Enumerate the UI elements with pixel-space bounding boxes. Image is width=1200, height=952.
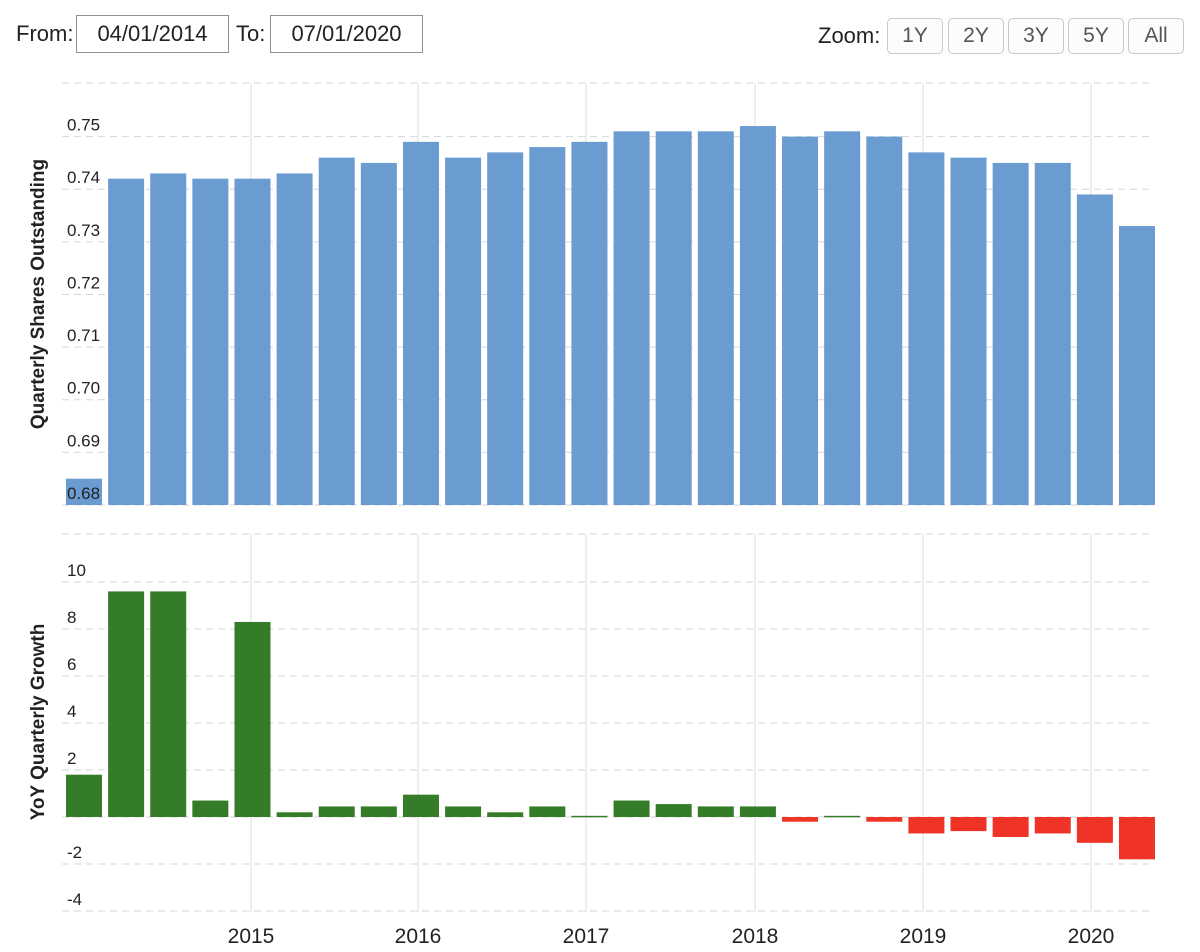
growth-y-tick-label: 2 xyxy=(67,749,76,768)
shares-bar[interactable] xyxy=(360,162,397,505)
growth-bar[interactable] xyxy=(108,591,145,817)
growth-bar[interactable] xyxy=(950,817,987,832)
shares-y-tick-label: 0.70 xyxy=(67,379,100,398)
x-tick-label: 2015 xyxy=(228,925,275,948)
shares-bar[interactable] xyxy=(697,131,734,505)
growth-y-tick-label: -2 xyxy=(67,843,82,862)
growth-bar[interactable] xyxy=(824,815,861,818)
shares-bar[interactable] xyxy=(950,157,987,505)
x-tick-label: 2020 xyxy=(1068,925,1115,948)
shares-bar[interactable] xyxy=(866,136,903,505)
shares-bar[interactable] xyxy=(192,178,229,505)
growth-y-tick-label: 4 xyxy=(67,702,76,721)
shares-axis-title: Quarterly Shares Outstanding xyxy=(28,159,49,429)
shares-y-tick-label: 0.74 xyxy=(67,168,100,187)
growth-bar[interactable] xyxy=(360,806,397,817)
shares-bar[interactable] xyxy=(613,131,650,505)
shares-outstanding-chart: 0.680.690.700.710.720.730.740.750.68Quar… xyxy=(28,82,1155,948)
growth-bar[interactable] xyxy=(782,817,819,822)
shares-y-tick-label: 0.72 xyxy=(67,273,100,292)
growth-bar[interactable] xyxy=(529,806,566,817)
shares-bar[interactable] xyxy=(108,178,145,505)
growth-bar[interactable] xyxy=(655,804,692,817)
growth-bar[interactable] xyxy=(613,800,650,817)
x-tick-label: 2016 xyxy=(395,925,442,948)
shares-bar[interactable] xyxy=(445,157,482,505)
growth-bar[interactable] xyxy=(66,774,102,817)
growth-bar[interactable] xyxy=(487,812,524,817)
x-tick-label: 2019 xyxy=(900,925,947,948)
shares-bar[interactable] xyxy=(487,152,524,505)
shares-bar[interactable] xyxy=(908,152,945,505)
shares-bar[interactable] xyxy=(1119,226,1155,505)
shares-bar[interactable] xyxy=(1076,194,1113,505)
growth-bar[interactable] xyxy=(234,621,271,817)
shares-bar[interactable] xyxy=(782,136,819,505)
growth-y-tick-label: -4 xyxy=(67,890,82,909)
growth-bar[interactable] xyxy=(445,806,482,817)
shares-bar[interactable] xyxy=(402,141,439,505)
growth-bar[interactable] xyxy=(992,817,1029,837)
growth-panel: -4-20246810YoY Quarterly Growth xyxy=(28,533,1155,912)
growth-bar[interactable] xyxy=(1076,817,1113,843)
growth-bar[interactable] xyxy=(318,806,355,817)
shares-y-tick-label: 0.75 xyxy=(67,116,100,135)
growth-bar[interactable] xyxy=(866,817,903,822)
shares-bar[interactable] xyxy=(276,173,313,505)
shares-panel: 0.680.690.700.710.720.730.740.750.68Quar… xyxy=(28,82,1155,506)
growth-bar[interactable] xyxy=(1119,817,1155,860)
growth-bar[interactable] xyxy=(697,806,734,817)
growth-bar[interactable] xyxy=(908,817,945,834)
growth-y-tick-label: 10 xyxy=(67,561,86,580)
growth-bar[interactable] xyxy=(276,812,313,817)
growth-bar[interactable] xyxy=(150,591,187,817)
shares-bar[interactable] xyxy=(234,178,271,505)
shares-bar[interactable] xyxy=(529,147,566,505)
growth-bar[interactable] xyxy=(739,806,776,817)
x-tick-label: 2018 xyxy=(732,925,779,948)
shares-y-tick-label: 0.71 xyxy=(67,326,100,345)
shares-y-tick-label: 0.73 xyxy=(67,221,100,240)
shares-y-tick-label: 0.69 xyxy=(67,431,100,450)
shares-bar[interactable] xyxy=(1034,162,1071,505)
shares-bar[interactable] xyxy=(992,162,1029,505)
x-tick-label: 2017 xyxy=(563,925,610,948)
growth-y-tick-label: 8 xyxy=(67,608,76,627)
shares-bar[interactable] xyxy=(739,126,776,506)
growth-bar[interactable] xyxy=(571,815,608,818)
growth-bar[interactable] xyxy=(402,794,439,817)
shares-bar[interactable] xyxy=(655,131,692,505)
shares-bar[interactable] xyxy=(571,141,608,505)
growth-axis-title: YoY Quarterly Growth xyxy=(28,624,49,821)
growth-bar[interactable] xyxy=(192,800,229,817)
shares-bar[interactable] xyxy=(150,173,187,505)
shares-bar[interactable] xyxy=(824,131,861,505)
growth-y-tick-label: 6 xyxy=(67,655,76,674)
growth-bar[interactable] xyxy=(1034,817,1071,834)
shares-y-tick-label-overlay: 0.68 xyxy=(67,484,100,503)
shares-bar[interactable] xyxy=(318,157,355,505)
